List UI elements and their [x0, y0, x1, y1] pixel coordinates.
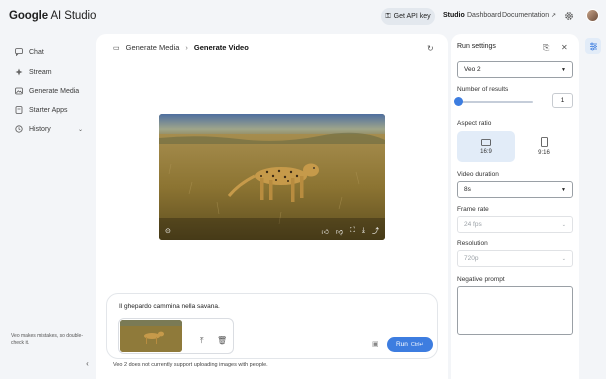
toggle-settings-button[interactable]: [585, 38, 601, 54]
chevron-left-icon: ‹: [86, 359, 89, 368]
video-duration-label: Video duration: [457, 171, 499, 178]
resolution-select: 720p ⌄: [457, 250, 573, 267]
model-select[interactable]: Veo 2 ▼: [457, 61, 573, 78]
page-title: Generate Video: [193, 43, 249, 52]
breadcrumb-generate-media[interactable]: Generate Media: [126, 43, 180, 52]
run-label: Run: [395, 341, 408, 348]
refresh-icon[interactable]: ↻: [427, 44, 434, 53]
history-icon: [15, 125, 23, 133]
aspect-option-16-9[interactable]: 16:9: [457, 131, 515, 162]
sidebar-note: Veo makes mistakes, so double-check it.: [11, 333, 83, 346]
portrait-icon: [540, 137, 548, 147]
share-icon[interactable]: ⤴: [372, 226, 379, 236]
chat-icon: [15, 48, 23, 56]
frame-rate-select: 24 fps ⌄: [457, 216, 573, 233]
results-slider-thumb[interactable]: [454, 97, 463, 106]
chevron-down-icon: ⌄: [561, 221, 566, 228]
fullscreen-icon[interactable]: ⛶: [350, 227, 355, 235]
number-of-results-label: Number of results: [457, 86, 509, 93]
aspect-option-label: 9:16: [538, 150, 550, 156]
aspect-ratio-label: Aspect ratio: [457, 120, 492, 127]
play-icon[interactable]: ⊙: [165, 227, 171, 235]
resolution-value: 720p: [464, 255, 479, 262]
sidebar-item-chat[interactable]: Chat: [15, 46, 44, 58]
sidebar-item-generate-media[interactable]: Generate Media: [15, 85, 79, 97]
key-icon: ⚿: [385, 12, 391, 20]
media-icon: ▭: [113, 44, 120, 52]
app-logo[interactable]: Google AI Studio: [9, 10, 96, 22]
thumbs-up-icon[interactable]: 👍︎: [322, 227, 329, 236]
thumbs-down-icon[interactable]: 👎︎: [336, 227, 343, 236]
sidebar-item-starter-apps[interactable]: Starter Apps: [15, 104, 68, 116]
sidebar-item-label: Chat: [29, 48, 44, 56]
tune-icon: [589, 42, 597, 50]
disclaimer: Veo 2 does not currently support uploadi…: [113, 362, 268, 368]
frame-rate-value: 24 fps: [464, 221, 482, 228]
close-icon[interactable]: ✕: [561, 43, 568, 52]
chevron-right-icon: ›: [185, 43, 188, 52]
breadcrumb: ▭ Generate Media › Generate Video: [113, 43, 249, 52]
aspect-option-9-16[interactable]: 9:16: [515, 131, 573, 162]
avatar[interactable]: [586, 9, 599, 22]
external-link-icon: ↗: [551, 13, 557, 19]
sidebar-item-stream[interactable]: Stream: [15, 66, 52, 78]
delete-icon[interactable]: 🗑︎: [217, 336, 227, 345]
gear-icon[interactable]: [564, 11, 574, 21]
results-slider-track[interactable]: [459, 101, 533, 103]
video-controls: ⊙ 👍︎ 👎︎ ⛶ ⤓ ⤴: [159, 222, 385, 240]
upload-icon[interactable]: ⤒: [200, 336, 204, 346]
model-value: Veo 2: [464, 66, 481, 73]
nav-documentation-label: Documentation: [502, 12, 550, 19]
sidebar-item-label: Generate Media: [29, 87, 80, 95]
media-icon: [15, 87, 23, 95]
video-duration-value: 8s: [464, 186, 471, 193]
add-image-icon[interactable]: ▣: [372, 340, 379, 348]
logo-product: AI Studio: [50, 10, 97, 22]
save-icon[interactable]: ⎘: [543, 43, 549, 53]
prompt-text[interactable]: Il ghepardo cammina nella savana.: [119, 303, 220, 310]
get-api-key-button[interactable]: ⚿ Get API key: [381, 8, 435, 25]
caret-down-icon: ▼: [561, 186, 566, 193]
apps-icon: [15, 106, 23, 114]
chevron-down-icon: ⌄: [77, 126, 83, 133]
run-settings-title: Run settings: [457, 43, 496, 50]
results-count-input[interactable]: 1: [552, 93, 573, 108]
frame-rate-label: Frame rate: [457, 206, 489, 213]
attachment-thumbnail[interactable]: [120, 320, 182, 352]
logo-google: Google: [9, 10, 49, 22]
sidebar-item-label: History: [29, 125, 51, 133]
sidebar-item-label: Starter Apps: [29, 106, 68, 114]
run-shortcut: Ctrl↵: [410, 341, 425, 348]
stream-icon: [15, 68, 23, 76]
nav-dashboard[interactable]: Dashboard: [467, 12, 501, 19]
aspect-option-label: 16:9: [480, 148, 492, 155]
nav-studio[interactable]: Studio: [443, 12, 465, 19]
negative-prompt-input[interactable]: [457, 286, 573, 335]
get-api-key-label: Get API key: [393, 13, 431, 20]
landscape-icon: [481, 138, 491, 146]
sidebar-item-history[interactable]: History ⌄: [15, 123, 83, 135]
video-duration-select[interactable]: 8s ▼: [457, 181, 573, 198]
collapse-sidebar-button[interactable]: ‹: [81, 357, 94, 370]
run-button[interactable]: Run Ctrl↵: [387, 337, 433, 352]
caret-down-icon: ▼: [561, 66, 566, 73]
download-icon[interactable]: ⤓: [362, 227, 365, 235]
sidebar-item-label: Stream: [29, 68, 52, 76]
chevron-down-icon: ⌄: [561, 255, 566, 262]
negative-prompt-label: Negative prompt: [457, 276, 505, 283]
resolution-label: Resolution: [457, 240, 488, 247]
nav-documentation[interactable]: Documentation ↗: [502, 12, 556, 19]
thumbnail-image: [120, 320, 182, 352]
